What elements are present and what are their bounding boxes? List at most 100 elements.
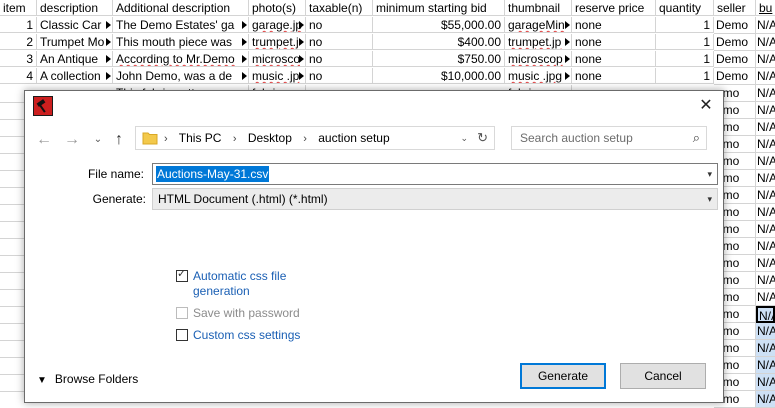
breadcrumb-auction-setup[interactable]: auction setup <box>318 131 389 145</box>
breadcrumb-desktop[interactable]: Desktop <box>248 131 292 145</box>
recent-locations-chevron-icon[interactable]: ⌄ <box>87 129 109 151</box>
chevron-down-icon[interactable]: ▾ <box>707 189 712 209</box>
cell-taxable[interactable]: no <box>306 17 373 33</box>
cell-buy[interactable]: N/A <box>756 272 775 289</box>
address-dropdown-icon[interactable]: ⌄ <box>460 127 468 149</box>
column-header-reserve-price[interactable]: reserve price <box>572 0 656 16</box>
cell-buy[interactable]: N/A <box>756 340 775 357</box>
cell-buy[interactable]: N/A <box>756 187 775 204</box>
column-header-description[interactable]: description <box>37 0 113 16</box>
breadcrumb-this-pc[interactable]: This PC <box>179 131 222 145</box>
automatic-css-checkbox[interactable]: ✓ <box>176 268 188 282</box>
cell-seller[interactable]: Demo <box>714 34 756 51</box>
cell-photo[interactable]: garage.jp <box>249 17 306 33</box>
cell-reserve[interactable]: none <box>572 68 656 84</box>
cell-quantity[interactable]: 1 <box>656 51 714 67</box>
cell-min-bid[interactable]: $750.00 <box>373 51 505 67</box>
cell-buy[interactable]: N/A <box>756 357 775 374</box>
cell-buy[interactable]: N/A <box>756 136 775 153</box>
column-header-taxable[interactable]: taxable(n) <box>306 0 373 16</box>
cell-buy[interactable]: N/A <box>756 221 775 238</box>
cancel-button[interactable]: Cancel <box>620 363 706 389</box>
cell-thumbnail[interactable]: microscop <box>505 51 572 67</box>
cell-item[interactable]: 2 <box>0 34 37 50</box>
cell-reserve[interactable]: none <box>572 51 656 67</box>
cell-description[interactable]: Trumpet Mo <box>37 34 113 50</box>
cell-buy[interactable]: N/A <box>756 102 775 119</box>
cell-item[interactable]: 1 <box>0 17 37 33</box>
generate-dialog: ✕ ← → ⌄ ↑ › This PC › Desktop › auction … <box>24 90 724 403</box>
cell-additional[interactable]: John Demo, was a de <box>113 68 249 84</box>
custom-css-settings-label[interactable]: Custom css settings <box>193 328 300 342</box>
generate-type-select[interactable]: HTML Document (.html) (*.html) ▾ <box>152 188 718 210</box>
cell-buy[interactable]: N/A <box>756 119 775 136</box>
column-header-quantity[interactable]: quantity <box>656 0 714 16</box>
cell-buy[interactable]: N/A <box>756 17 775 34</box>
back-arrow-icon[interactable]: ← <box>33 129 55 151</box>
cell-description[interactable]: A collection <box>37 68 113 84</box>
cell-description[interactable]: An Antique <box>37 51 113 67</box>
cell-buy[interactable]: N/A <box>756 374 775 391</box>
address-bar[interactable]: › This PC › Desktop › auction setup ⌄ ↻ <box>135 126 495 150</box>
column-header-photos[interactable]: photo(s) <box>249 0 306 16</box>
cell-buy[interactable]: N/A <box>756 68 775 85</box>
cell-buy[interactable]: N/A <box>756 204 775 221</box>
close-icon[interactable]: ✕ <box>689 91 723 121</box>
cell-thumbnail[interactable]: garageMin <box>505 17 572 33</box>
cell-taxable[interactable]: no <box>306 68 373 84</box>
cell-quantity[interactable]: 1 <box>656 34 714 50</box>
cell-buy[interactable]: N/A <box>756 85 775 102</box>
cell-seller[interactable]: Demo <box>714 51 756 68</box>
custom-css-checkbox[interactable] <box>176 329 188 341</box>
browse-folders-toggle[interactable]: ▼ Browse Folders <box>37 372 138 386</box>
cell-taxable[interactable]: no <box>306 51 373 67</box>
cell-thumbnail[interactable]: music .jpg <box>505 68 572 84</box>
search-icon[interactable]: ⌕ <box>693 127 700 149</box>
cell-photo[interactable]: music .jp <box>249 68 306 84</box>
cell-buy[interactable]: N/A <box>756 306 775 323</box>
cell-buy[interactable]: N/A <box>756 323 775 340</box>
cell-buy[interactable]: N/A <box>756 255 775 272</box>
cell-buy[interactable]: N/A <box>756 391 775 408</box>
gridline <box>0 221 24 222</box>
chevron-down-icon[interactable]: ▾ <box>707 164 712 184</box>
file-name-field[interactable]: Auctions-May-31.csv ▾ <box>152 163 718 185</box>
forward-arrow-icon[interactable]: → <box>61 129 83 151</box>
cell-min-bid[interactable]: $10,000.00 <box>373 68 505 84</box>
cell-quantity[interactable]: 1 <box>656 68 714 84</box>
cell-taxable[interactable]: no <box>306 34 373 50</box>
cell-item[interactable]: 3 <box>0 51 37 67</box>
cell-buy[interactable]: N/A <box>756 153 775 170</box>
cell-buy[interactable]: N/A <box>756 34 775 51</box>
column-header-min-bid[interactable]: minimum starting bid <box>373 0 505 16</box>
cell-buy[interactable]: N/A <box>756 170 775 187</box>
search-input[interactable] <box>518 127 682 149</box>
cell-seller[interactable]: Demo <box>714 68 756 85</box>
cell-photo[interactable]: trumpet.j <box>249 34 306 50</box>
cell-min-bid[interactable]: $400.00 <box>373 34 505 50</box>
cell-reserve[interactable]: none <box>572 34 656 50</box>
cell-buy[interactable]: N/A <box>756 238 775 255</box>
cell-description[interactable]: Classic Car <box>37 17 113 33</box>
cell-item[interactable]: 4 <box>0 68 37 84</box>
cell-additional[interactable]: According to Mr.Demo <box>113 51 249 67</box>
search-box[interactable]: ⌕ <box>511 126 707 150</box>
cell-min-bid[interactable]: $55,000.00 <box>373 17 505 33</box>
cell-buy[interactable]: N/A <box>756 51 775 68</box>
cell-quantity[interactable]: 1 <box>656 17 714 33</box>
column-header-additional-description[interactable]: Additional description <box>113 0 249 16</box>
column-header-item[interactable]: item <box>0 0 37 16</box>
up-arrow-icon[interactable]: ↑ <box>108 129 130 151</box>
refresh-icon[interactable]: ↻ <box>477 127 488 149</box>
cell-thumbnail[interactable]: trumpet.jp <box>505 34 572 50</box>
cell-additional[interactable]: The Demo Estates' ga <box>113 17 249 33</box>
generate-button[interactable]: Generate <box>520 363 606 389</box>
automatic-css-label[interactable]: Automatic css file generation <box>193 269 286 299</box>
cell-buy[interactable]: N/A <box>756 289 775 306</box>
cell-seller[interactable]: Demo <box>714 17 756 34</box>
cell-additional[interactable]: This mouth piece was <box>113 34 249 50</box>
cell-reserve[interactable]: none <box>572 17 656 33</box>
column-header-thumbnail[interactable]: thumbnail <box>505 0 572 16</box>
cell-photo[interactable]: microsco <box>249 51 306 67</box>
file-name-value[interactable]: Auctions-May-31.csv <box>156 166 270 182</box>
